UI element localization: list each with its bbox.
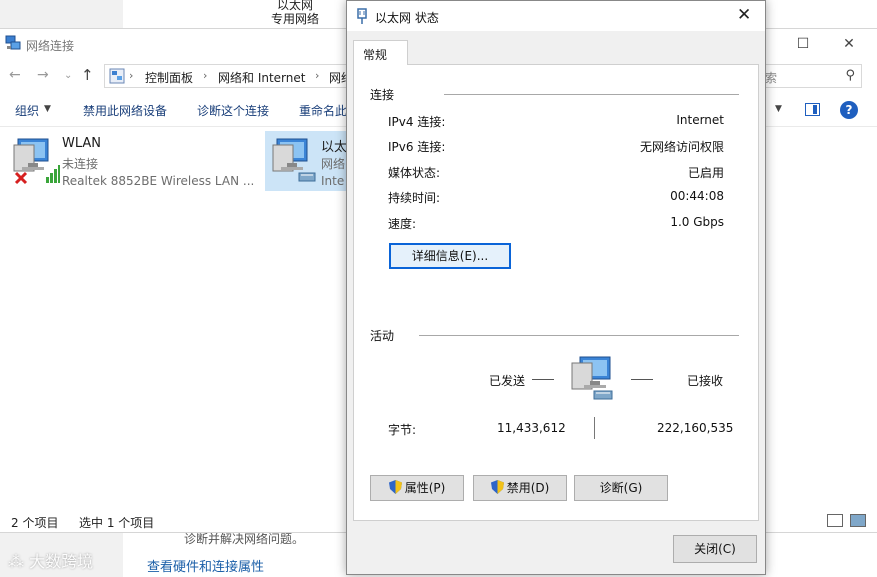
ethernet-device: Inte — [321, 174, 345, 188]
help-icon[interactable]: ? — [840, 101, 858, 119]
disable-button-label: 禁用(D) — [506, 481, 550, 495]
breadcrumb-separator-icon: › — [203, 69, 208, 82]
watermark-logo-icon: ⁂ — [8, 552, 30, 571]
preview-pane-icon[interactable] — [805, 103, 820, 116]
uac-shield-icon — [388, 480, 402, 494]
watermark-text: 大数跨境 — [29, 552, 94, 571]
forward-arrow-icon[interactable]: → — [37, 67, 49, 83]
tab-general[interactable]: 常规 — [353, 40, 408, 65]
up-arrow-icon[interactable]: ↑ — [81, 66, 94, 84]
network-connections-icon — [5, 35, 21, 50]
bytes-received-value: 222,160,535 — [657, 421, 734, 435]
bytes-divider — [594, 417, 595, 439]
close-button[interactable]: 关闭(C) — [673, 535, 757, 563]
network-activity-icon — [571, 356, 613, 400]
details-button[interactable]: 详细信息(E)... — [389, 243, 511, 269]
dialog-title: 以太网 状态 — [375, 11, 439, 25]
ethernet-status-dialog: 以太网 状态 ✕ 常规 连接 IPv4 连接: Internet IPv6 连接… — [346, 0, 766, 575]
address-bar[interactable]: › 控制面板 › 网络和 Internet › 网络 — [104, 64, 354, 88]
ipv4-label: IPv4 连接: — [388, 115, 446, 129]
large-icons-view-icon[interactable] — [850, 514, 866, 527]
search-placeholder: 索 — [765, 71, 778, 85]
breadcrumb-separator-icon: › — [129, 69, 134, 82]
media-state-value: 已启用 — [687, 166, 724, 180]
item-count: 2 个项目 — [11, 516, 59, 530]
diagnose-connection-command[interactable]: 诊断这个连接 — [197, 102, 269, 119]
view-options-dropdown-icon[interactable]: ▼ — [775, 104, 782, 114]
control-panel-icon — [109, 68, 125, 84]
organize-dropdown-icon: ▼ — [44, 104, 51, 114]
dialog-title-bar: 以太网 状态 ✕ — [347, 1, 765, 31]
bytes-label: 字节: — [388, 423, 417, 437]
properties-button-label: 属性(P) — [404, 481, 446, 495]
received-label: 已接收 — [687, 374, 724, 388]
close-dialog-icon[interactable]: ✕ — [737, 5, 751, 25]
diagnose-button[interactable]: 诊断(G) — [574, 475, 668, 501]
media-state-label: 媒体状态: — [388, 166, 441, 180]
disable-button[interactable]: 禁用(D) — [473, 475, 567, 501]
hardware-properties-link[interactable]: 查看硬件和连接属性 — [147, 556, 264, 575]
ethernet-status: 网络 — [321, 157, 346, 171]
breadcrumb-separator-icon: › — [315, 69, 320, 82]
breadcrumb-network-internet[interactable]: 网络和 Internet — [218, 69, 305, 86]
rename-command[interactable]: 重命名此 — [299, 102, 347, 119]
list-item-ethernet[interactable]: 以太 网络 Inte — [265, 131, 347, 191]
duration-label: 持续时间: — [388, 191, 441, 205]
ipv4-value: Internet — [676, 113, 724, 127]
activity-heading: 活动 — [370, 329, 395, 343]
close-explorer-button[interactable]: ✕ — [834, 33, 864, 55]
organize-menu[interactable]: 组织 — [15, 102, 39, 119]
general-panel: 连接 IPv4 连接: Internet IPv6 连接: 无网络访问权限 媒体… — [353, 64, 759, 521]
ethernet-name: 以太 — [321, 140, 348, 155]
back-arrow-icon[interactable]: ← — [9, 67, 21, 83]
list-item-wlan[interactable]: WLAN 未连接 Realtek 8852BE Wireless LAN ... — [6, 131, 264, 191]
wlan-status: 未连接 — [62, 157, 99, 171]
breadcrumb-control-panel[interactable]: 控制面板 — [145, 69, 193, 86]
search-input[interactable]: 索 ⚲ — [760, 64, 862, 88]
ipv6-value: 无网络访问权限 — [639, 140, 724, 154]
uac-shield-icon — [490, 480, 504, 494]
properties-button[interactable]: 属性(P) — [370, 475, 464, 501]
network-type-label: 专用网络 — [270, 12, 319, 26]
connection-heading: 连接 — [370, 88, 395, 102]
details-view-icon[interactable] — [827, 514, 843, 527]
wlan-device: Realtek 8852BE Wireless LAN ... — [62, 174, 255, 188]
connection-divider — [444, 94, 739, 95]
bytes-sent-value: 11,433,612 — [497, 421, 566, 435]
selected-count: 选中 1 个项目 — [79, 516, 155, 530]
maximize-button[interactable]: ☐ — [788, 33, 818, 55]
ethernet-adapter-icon — [272, 138, 316, 182]
received-dash — [631, 379, 653, 380]
wlan-adapter-icon — [13, 138, 60, 185]
disable-device-command[interactable]: 禁用此网络设备 — [83, 102, 167, 119]
duration-value: 00:44:08 — [670, 189, 724, 203]
ethernet-plug-icon — [357, 8, 367, 24]
recent-chevron-icon[interactable]: ⌄ — [64, 70, 72, 81]
wlan-name: WLAN — [62, 136, 102, 151]
watermark: ⁂ 大数跨境 — [8, 548, 93, 572]
sent-dash — [532, 379, 554, 380]
speed-value: 1.0 Gbps — [670, 215, 724, 229]
sent-label: 已发送 — [489, 374, 526, 388]
ipv6-label: IPv6 连接: — [388, 140, 446, 154]
speed-label: 速度: — [388, 217, 417, 231]
activity-divider — [419, 335, 739, 336]
search-icon: ⚲ — [845, 68, 855, 83]
explorer-title: 网络连接 — [26, 39, 75, 53]
